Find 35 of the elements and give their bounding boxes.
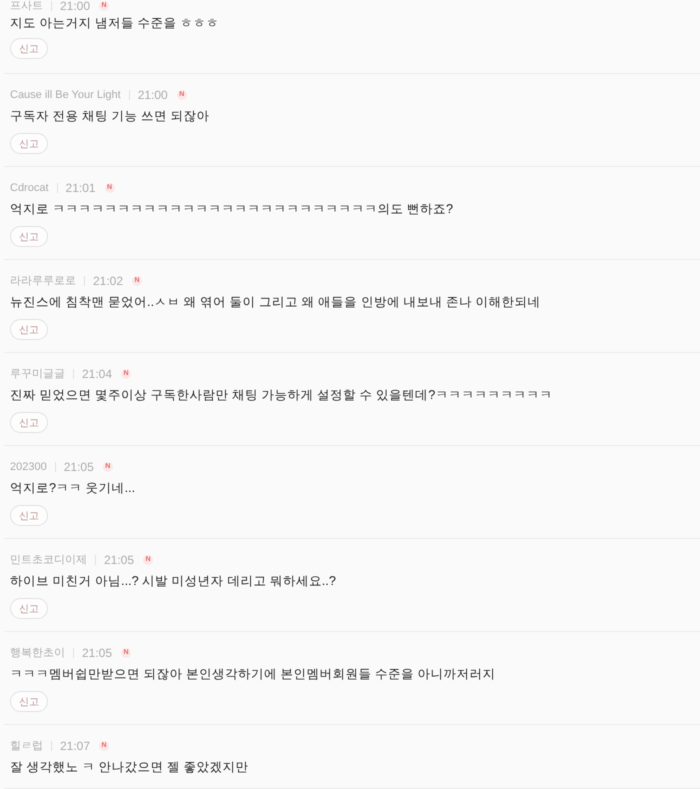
report-button[interactable]: 신고 bbox=[10, 598, 48, 619]
comment-time: 21:05 bbox=[82, 647, 112, 659]
report-button[interactable]: 신고 bbox=[10, 505, 48, 526]
report-button[interactable]: 신고 bbox=[10, 319, 48, 340]
comment-time: 21:05 bbox=[104, 554, 134, 566]
comment-author: 힐ㄹ럽 bbox=[10, 740, 43, 752]
comment-author: Cdrocat bbox=[10, 182, 49, 194]
comment-author: 민트초코디이제 bbox=[10, 554, 87, 566]
comment-author: 행복한초이 bbox=[10, 647, 65, 659]
comment-time: 21:02 bbox=[93, 275, 124, 287]
comment-text: 억지로?ㅋㅋ 웃기네... bbox=[10, 480, 136, 497]
comment-time: 21:07 bbox=[60, 740, 90, 752]
comment-time: 21:01 bbox=[66, 182, 96, 194]
comment-time: 21:05 bbox=[64, 461, 94, 473]
comment-text: 잘 생각했노 ㅋ 안나갔으면 젤 좋았겠지만 bbox=[10, 759, 249, 776]
comment-time: 21:04 bbox=[82, 368, 112, 380]
comment-author: 루꾸미글글 bbox=[10, 368, 65, 380]
report-button[interactable]: 신고 bbox=[10, 412, 48, 433]
comment-text: ㅋㅋㅋ멤버쉽만받으면 되잖아 본인생각하기에 본인멤버회원들 수준을 아니까저러지 bbox=[10, 666, 496, 683]
comment-text: 억지로 ㅋㅋㅋㅋㅋㅋㅋㅋㅋㅋㅋㅋㅋㅋㅋㅋㅋㅋㅋㅋㅋㅋㅋㅋㅋ의도 뻔하죠? bbox=[10, 201, 454, 218]
comment-author: Cause ill Be Your Light bbox=[10, 89, 121, 101]
report-button[interactable]: 신고 bbox=[10, 226, 48, 247]
comment-time: 21:00 bbox=[60, 0, 90, 12]
report-button[interactable]: 신고 bbox=[10, 133, 48, 154]
comment-text: 구독자 전용 채팅 기능 쓰면 되잖아 bbox=[10, 108, 210, 125]
comment-text: 지도 아는거지 냄저들 수준을 ㅎㅎㅎ bbox=[10, 15, 220, 32]
comment-author: 라라루루로로 bbox=[10, 275, 76, 287]
comment-text: 하이브 미친거 아님...? 시발 미성년자 데리고 뭐하세요..? bbox=[10, 573, 336, 590]
comment-time: 21:00 bbox=[138, 89, 168, 101]
comment-author: 202300 bbox=[10, 461, 47, 473]
report-button[interactable]: 신고 bbox=[10, 38, 48, 59]
comment-text: 뉴진스에 침착맨 묻었어..ㅅㅂ 왜 엮어 둘이 그리고 왜 애들을 인방에 내보내 존나 이해한되네 bbox=[10, 294, 540, 311]
report-button[interactable]: 신고 bbox=[10, 691, 48, 712]
comment-author: 프사트 bbox=[10, 0, 43, 12]
comment-text: 진짜 믿었으면 몇주이상 구독한사람만 채팅 가능하게 설정할 수 있을텐데?ㅋㅋㅋㅋㅋㅋㅋㅋㅋ bbox=[10, 387, 552, 404]
